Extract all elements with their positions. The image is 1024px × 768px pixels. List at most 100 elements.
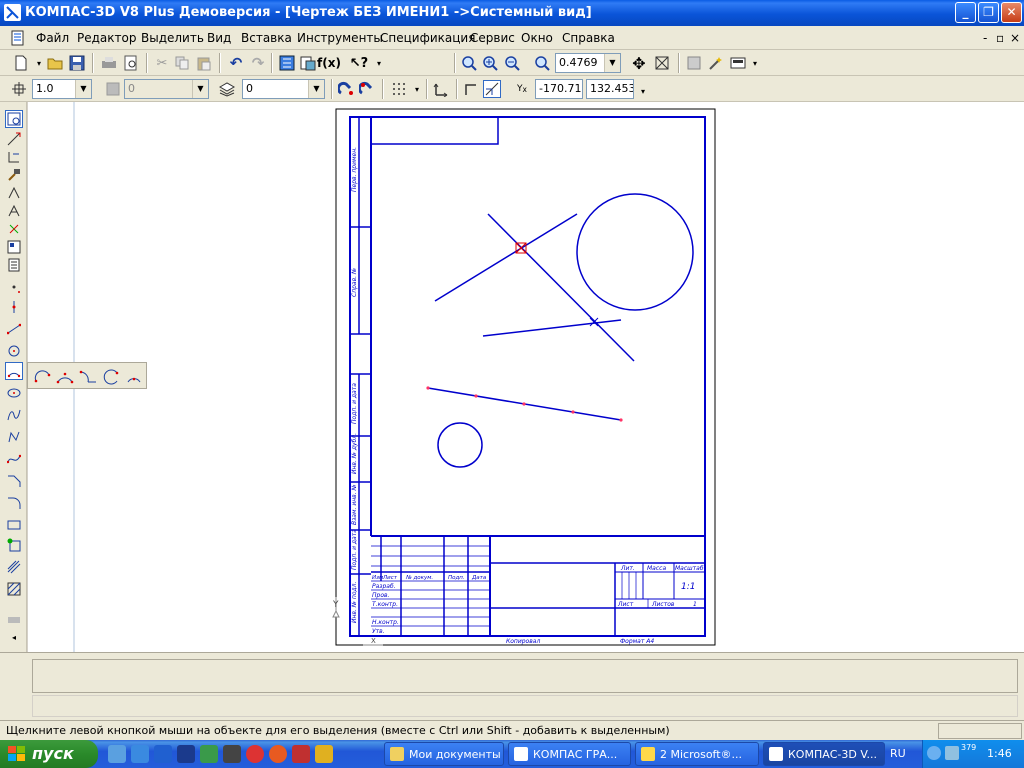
measure-panel-icon[interactable] [5,202,23,220]
contour-icon[interactable] [5,536,23,554]
point-icon[interactable] [5,278,23,296]
zoom-out-icon[interactable] [503,54,521,72]
chevron-down-icon[interactable]: ▼ [192,80,208,98]
quicklaunch-player-icon[interactable] [269,745,287,763]
arc-center-icon[interactable] [32,367,52,385]
arc-two-points-angle-icon[interactable] [124,367,144,385]
language-indicator[interactable]: RU [890,747,906,760]
polyline-icon[interactable] [5,428,23,446]
zoom-icon[interactable] [460,54,478,72]
coordinate-x-field[interactable]: -170.71 [535,79,583,99]
quicklaunch-extra-icon[interactable] [315,745,333,763]
new-file-icon[interactable] [12,54,30,72]
zoom-scale-combo[interactable]: 0.4769 ▼ [555,53,621,73]
task-microsoft-group[interactable]: 2 Microsoft®... [635,742,759,766]
geometry-panel-icon[interactable] [5,110,23,128]
drawing-canvas[interactable]: Перв. примен. Справ. № Подп. и дата Инв.… [28,102,1024,652]
menu-tools[interactable]: Инструменты [297,31,383,45]
arc-two-points-icon[interactable] [101,367,121,385]
local-snap-icon[interactable] [358,80,376,98]
undo-icon[interactable]: ↶ [227,54,245,72]
mdi-minimize-button[interactable]: - [983,31,987,45]
arc-tool-icon[interactable] [5,362,23,380]
layer-combo[interactable]: 0 ▼ [242,79,325,99]
tree-manager-icon[interactable] [278,54,296,72]
help-dropdown-icon[interactable]: ▾ [370,54,388,72]
document-icon[interactable] [10,30,26,46]
quicklaunch-desktop-icon[interactable] [108,745,126,763]
task-kompas-3d[interactable]: КОМПАС-3D V... [763,742,885,766]
chamfer-icon[interactable] [5,472,23,490]
task-kompas-graph[interactable]: КОМПАС ГРА... [508,742,631,766]
coordinate-y-field[interactable]: 132.453 [586,79,634,99]
grid-icon[interactable] [390,80,408,98]
scroll-down-icon[interactable]: ◂ [5,628,23,646]
tray-arrow-icon[interactable] [927,746,941,760]
zoom-scale-icon[interactable] [533,54,551,72]
menu-view[interactable]: Вид [207,31,231,45]
snap-magnet-icon[interactable] [337,80,355,98]
mdi-restore-button[interactable]: ▫ [996,31,1004,45]
edit-panel-icon[interactable] [5,166,23,184]
dimensions-panel-icon[interactable] [5,130,23,148]
variables-icon[interactable] [299,54,317,72]
menu-help[interactable]: Справка [562,31,615,45]
redo-icon[interactable]: ↷ [249,54,267,72]
ellipse-tool-icon[interactable] [5,384,23,402]
library-dropdown-icon[interactable]: ▾ [746,54,764,72]
menu-insert[interactable]: Вставка [241,31,292,45]
quicklaunch-tool-icon[interactable] [292,745,310,763]
hatch-icon[interactable] [5,580,23,598]
fillet-icon[interactable] [5,494,23,512]
quicklaunch-ie-icon[interactable] [131,745,149,763]
chevron-down-icon[interactable]: ▼ [604,54,620,72]
object-properties-icon[interactable] [685,54,703,72]
restore-button[interactable]: ❐ [978,2,999,23]
scroll-toolbar-icon[interactable] [5,610,23,628]
open-folder-icon[interactable] [46,54,64,72]
zoom-in-icon[interactable] [481,54,499,72]
coordinates-dropdown-icon[interactable]: ▾ [634,82,652,100]
aux-line-icon[interactable] [5,298,23,316]
pan-icon[interactable]: ✥ [630,54,648,73]
chevron-down-icon[interactable]: ▼ [308,80,324,98]
quicklaunch-kompas-icon[interactable] [223,745,241,763]
paste-icon[interactable] [195,54,213,72]
spec-panel-icon[interactable] [5,256,23,274]
library-icon[interactable] [729,54,747,72]
chevron-down-icon[interactable]: ▼ [75,80,91,98]
circle-tool-icon[interactable] [5,342,23,360]
help-cursor-icon[interactable]: ↖? [350,54,368,72]
view-state-icon[interactable] [104,80,122,98]
menu-window[interactable]: Окно [521,31,553,45]
view-number-combo[interactable]: 0 ▼ [124,79,209,99]
print-preview-icon[interactable] [122,54,140,72]
continuous-input-icon[interactable] [5,406,23,424]
cursor-step-combo[interactable]: 1.0 ▼ [32,79,92,99]
menu-editor[interactable]: Редактор [77,31,136,45]
menu-specification[interactable]: Спецификация [380,31,475,45]
quicklaunch-app-icon[interactable] [200,745,218,763]
menu-file[interactable]: Файл [36,31,69,45]
function-fx-icon[interactable]: f(x) [317,54,341,72]
save-icon[interactable] [68,54,86,72]
round-off-icon[interactable] [483,80,501,98]
zoom-fit-icon[interactable] [653,54,671,72]
quicklaunch-outlook-icon[interactable] [154,745,172,763]
arc-tangent-icon[interactable] [78,367,98,385]
grid-dropdown-icon[interactable]: ▾ [408,80,426,98]
start-button[interactable]: пуск [0,740,98,768]
local-cs-icon[interactable] [432,80,450,98]
cut-icon[interactable]: ✂ [153,54,171,72]
rectangle-icon[interactable] [5,516,23,534]
copy-icon[interactable] [173,54,191,72]
bezier-icon[interactable] [5,450,23,468]
select-panel-icon[interactable] [5,220,23,238]
parametrization-panel-icon[interactable] [5,184,23,202]
print-icon[interactable] [100,54,118,72]
arc-three-points-icon[interactable] [55,367,75,385]
quicklaunch-media-icon[interactable] [246,745,264,763]
task-my-documents[interactable]: Мои документы [384,742,504,766]
associative-views-icon[interactable] [5,238,23,256]
minimize-button[interactable]: _ [955,2,976,23]
